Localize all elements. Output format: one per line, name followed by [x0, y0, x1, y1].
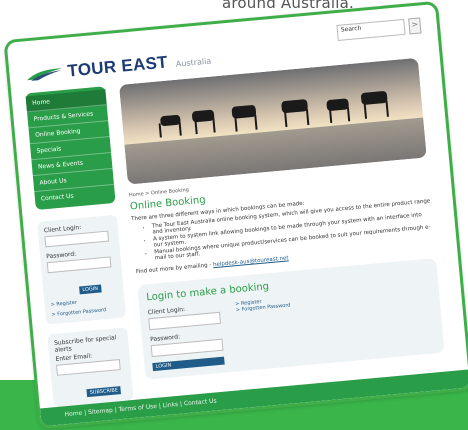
logo-swoosh-icon	[27, 68, 63, 81]
search-button[interactable]: >	[408, 17, 422, 35]
booking-links: > Register > Forgotten Password	[235, 296, 295, 363]
website-screenshot: Search > TOUR EAST Australia Home Produc…	[3, 0, 468, 430]
subscribe-button[interactable]: SUBSCRIBE	[86, 386, 122, 398]
browser-frame: Search > TOUR EAST Australia Home Produc…	[3, 0, 468, 430]
find-more-label: Find out more by emailing -	[135, 262, 214, 276]
search-input[interactable]: Search	[336, 18, 406, 41]
main-nav: Home Products & Services Online Booking …	[25, 86, 116, 211]
main-content: Home > Online Booking Online Booking The…	[118, 57, 445, 380]
booking-fields: Client Login: Password: LOGIN	[147, 303, 225, 372]
sidebar-login-button[interactable]: LOGIN	[79, 284, 102, 295]
sidebar-login-box: Client Login: Password: LOGIN > Register…	[37, 214, 127, 325]
brand-name: TOUR EAST	[66, 52, 169, 81]
hero-image	[118, 57, 427, 185]
brand-subtitle: Australia	[175, 56, 212, 69]
booking-login-button[interactable]: LOGIN	[152, 356, 225, 372]
subscribe-box: Subscribe for special alerts Enter Email…	[47, 327, 134, 408]
sidebar: Home Products & Services Online Booking …	[25, 86, 134, 408]
forgotten-password-link[interactable]: > Forgotten Password	[51, 306, 119, 318]
booking-login-panel: Login to make a booking Client Login: Pa…	[137, 257, 445, 380]
search-bar: Search >	[336, 17, 422, 41]
email-link[interactable]: helpdesk-aus@toureast.net	[213, 255, 289, 268]
